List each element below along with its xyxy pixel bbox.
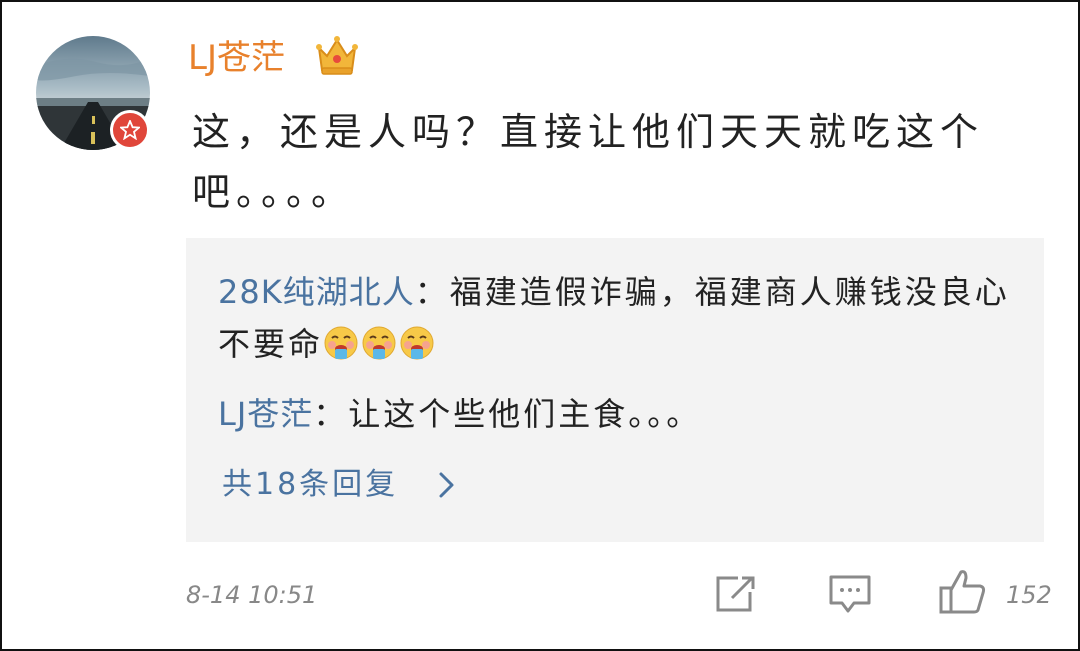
reply-item: 28K纯湖北人：福建造假诈骗，福建商人赚钱没良心不要命: [218, 266, 1018, 370]
badge-star-icon: [110, 110, 150, 150]
reply-text: 让这个些他们主食。。。: [348, 395, 702, 433]
reply-separator: ：: [414, 273, 450, 311]
drooling-emoji-icon: [399, 324, 435, 360]
reply-separator: ：: [313, 395, 349, 433]
reply-item: LJ苍茫：让这个些他们主食。。。: [218, 388, 1018, 440]
more-replies-link[interactable]: 共18条回复: [222, 460, 398, 510]
share-icon[interactable]: [714, 574, 758, 618]
comment-icon[interactable]: [828, 574, 872, 620]
comment-timestamp: 8-14 10:51: [186, 581, 318, 609]
reply-username[interactable]: 28K纯湖北人: [218, 273, 415, 311]
vip-crown-icon: [314, 34, 360, 78]
drooling-emoji-icon: [361, 324, 397, 360]
reply-username[interactable]: LJ苍茫: [218, 395, 313, 433]
drooling-emoji-icon: [323, 324, 359, 360]
chevron-right-icon[interactable]: [436, 470, 458, 500]
like-count: 152: [1006, 581, 1052, 609]
comment-text: 这，还是人吗？直接让他们天天就吃这个吧。。。。: [192, 110, 985, 214]
comment-username[interactable]: LJ苍茫: [188, 36, 285, 80]
thumbs-up-icon[interactable]: [938, 568, 988, 620]
